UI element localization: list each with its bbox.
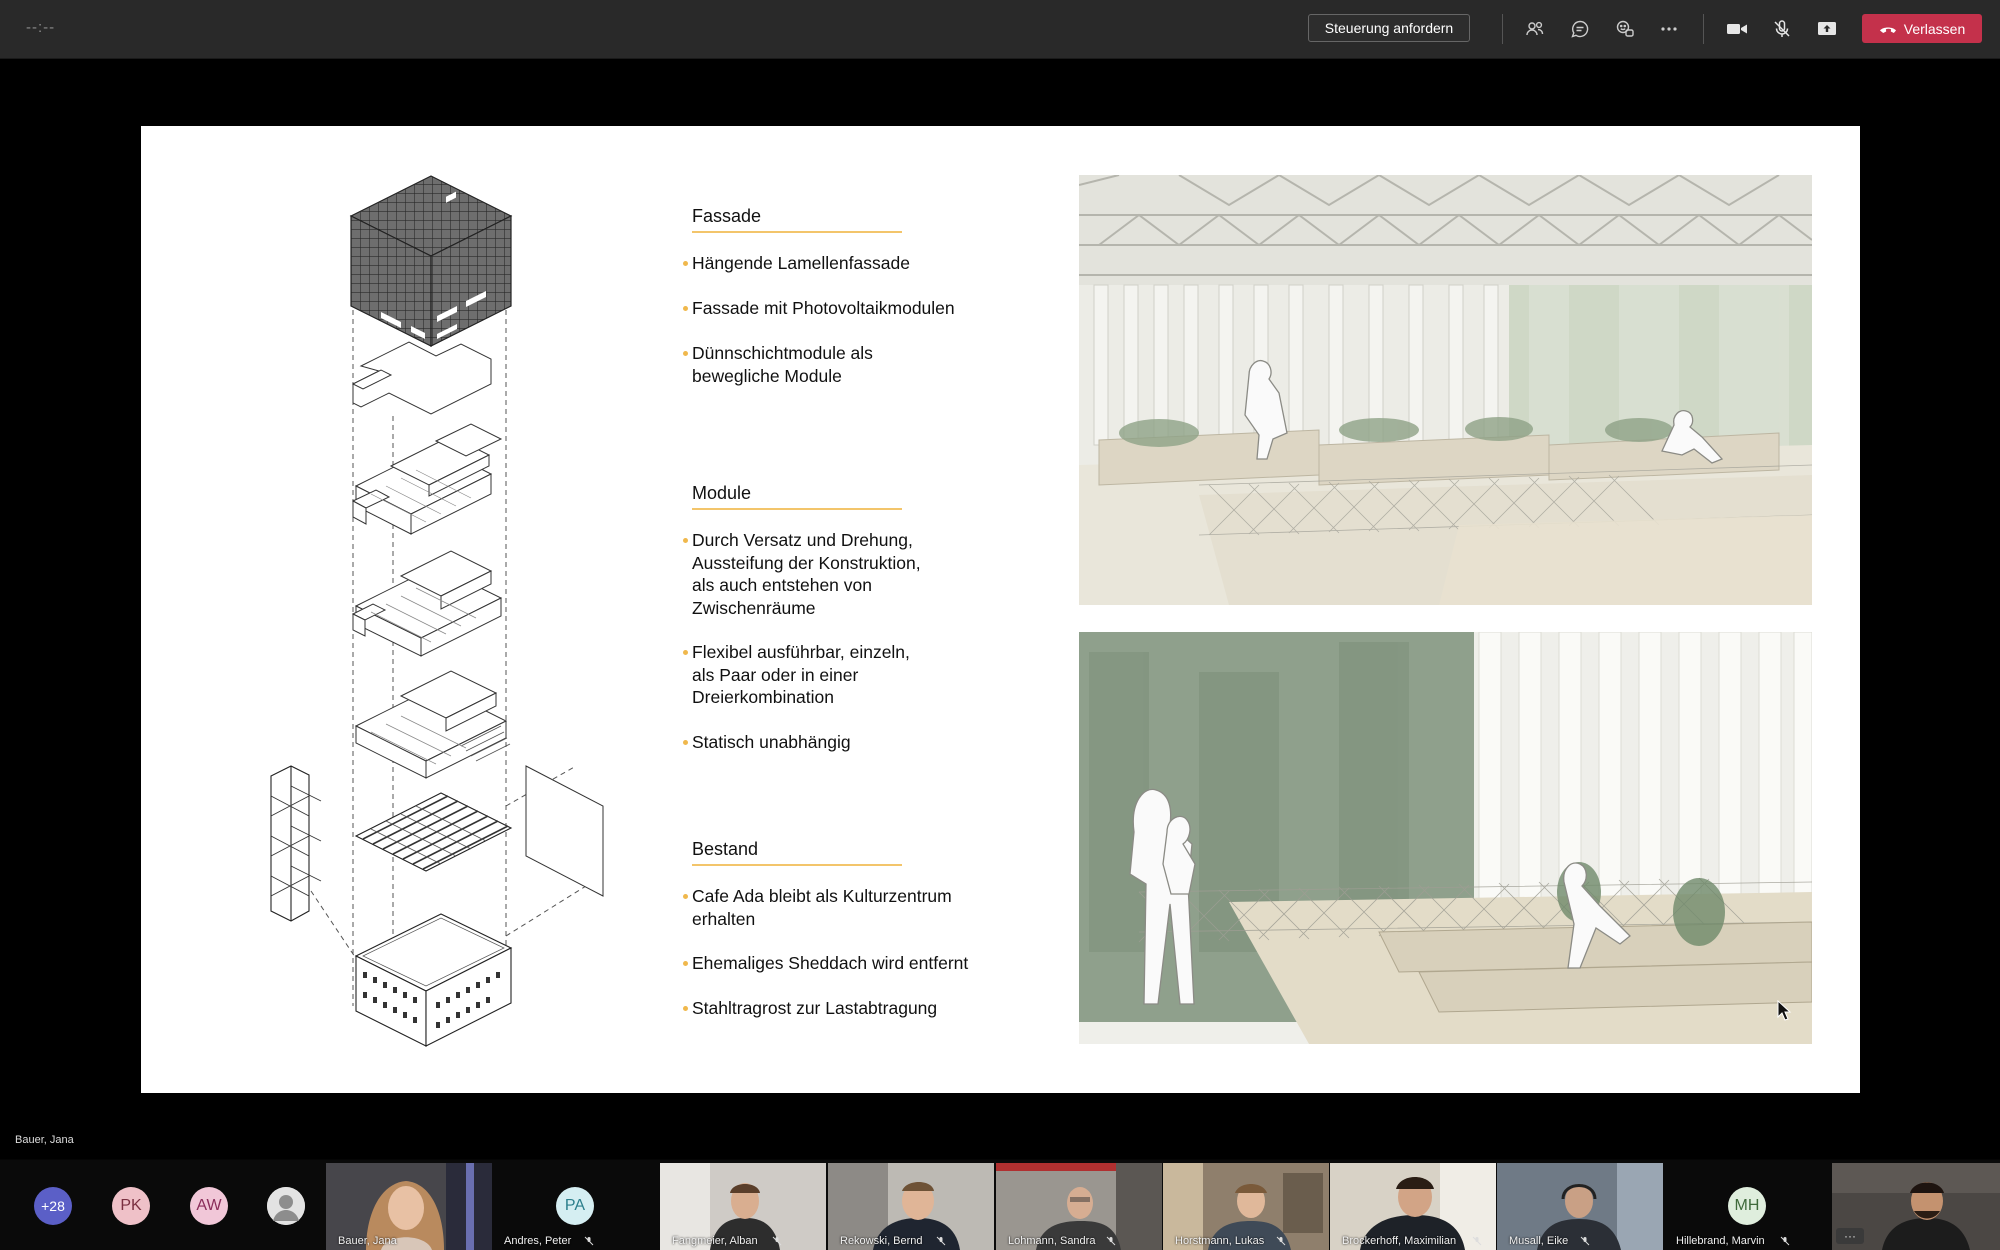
mic-off-icon — [1580, 1236, 1590, 1246]
reactions-icon[interactable] — [1610, 14, 1640, 44]
participant-name: Bauer, Jana — [338, 1235, 397, 1247]
leave-button[interactable]: Verlassen — [1862, 14, 1982, 43]
bullet-item: Cafe Ada bleibt als Kulturzentrum erhalte… — [683, 885, 1032, 930]
interior-render-bottom — [1079, 632, 1812, 1044]
avatar: PA — [556, 1187, 594, 1225]
bullet-item: Hängende Lamellenfassade — [683, 252, 1032, 275]
toolbar-divider — [1502, 14, 1503, 44]
bullet-item: Dünnschichtmodule als bewegliche Module — [683, 342, 1032, 387]
overflow-participants-button[interactable]: +28 — [34, 1187, 72, 1225]
participant-tile[interactable]: MH Hillebrand, Marvin — [1664, 1163, 1830, 1250]
participant-video-tile[interactable]: Lohmann, Sandra — [996, 1163, 1162, 1250]
mic-off-icon — [1276, 1236, 1286, 1246]
bullet-item: Durch Versatz und Drehung, Aussteifung de… — [683, 529, 1032, 619]
participant-name: Andres, Peter — [504, 1235, 572, 1247]
section-title-module: Module — [692, 483, 752, 503]
avatar-photo[interactable] — [267, 1187, 305, 1225]
mic-off-icon[interactable] — [1767, 14, 1797, 44]
section-underline — [692, 508, 902, 510]
exploded-axonometric-diagram — [270, 175, 604, 1047]
bullet-item: Ehemaliges Sheddach wird entfernt — [683, 952, 1032, 975]
existing-building — [354, 913, 513, 1047]
steel-grid — [354, 792, 513, 872]
mic-off-icon — [1106, 1236, 1116, 1246]
leave-button-label: Verlassen — [1903, 20, 1966, 37]
more-options-icon[interactable]: ··· — [1836, 1228, 1864, 1244]
participant-video-tile[interactable]: Rekowski, Bernd — [828, 1163, 994, 1250]
mic-off-icon — [936, 1236, 946, 1246]
facade-cube — [349, 175, 513, 347]
bullet-item: Flexibel ausführbar, einzeln, als Paar od… — [683, 641, 1032, 709]
more-options-icon[interactable] — [1654, 14, 1684, 44]
section-underline — [692, 864, 902, 866]
mic-off-icon — [1780, 1236, 1790, 1246]
camera-icon[interactable] — [1722, 14, 1752, 44]
mic-off-icon — [1472, 1236, 1482, 1246]
avatar[interactable]: AW — [190, 1187, 228, 1225]
avatar: MH — [1728, 1187, 1766, 1225]
participant-name: Brockerhoff, Maximilian — [1342, 1235, 1457, 1247]
chat-icon[interactable] — [1565, 14, 1595, 44]
mouse-cursor-icon — [1777, 1000, 1792, 1021]
meeting-timer: --:-- — [26, 19, 56, 36]
participant-name: Lohmann, Sandra — [1008, 1235, 1096, 1247]
participant-video-tile[interactable]: Fangmeier, Alban — [660, 1163, 826, 1250]
participant-name: Hillebrand, Marvin — [1676, 1235, 1765, 1247]
participant-name: Horstmann, Lukas — [1175, 1235, 1265, 1247]
participant-video-tile[interactable]: Horstmann, Lukas — [1163, 1163, 1329, 1250]
bullet-item: Stahltragrost zur Lastabtragung — [683, 997, 1032, 1020]
share-screen-icon[interactable] — [1812, 14, 1842, 44]
participants-icon[interactable] — [1520, 14, 1550, 44]
interior-render-top — [1079, 175, 1812, 605]
mic-off-icon — [772, 1236, 782, 1246]
presentation-slide: Fassade Hängende Lamellenfassade Fassade… — [141, 126, 1860, 1093]
section-underline — [692, 231, 902, 233]
avatar[interactable]: PK — [112, 1187, 150, 1225]
mic-off-icon — [584, 1236, 594, 1246]
participant-name: Rekowski, Bernd — [840, 1235, 923, 1247]
participant-video-tile[interactable]: ··· — [1832, 1163, 2000, 1250]
presenter-label: Bauer, Jana — [15, 1134, 74, 1146]
participant-name: Fangmeier, Alban — [672, 1235, 758, 1247]
participant-name: Musall, Eike — [1509, 1235, 1569, 1247]
request-control-button[interactable]: Steuerung anfordern — [1308, 14, 1470, 42]
participant-video-tile[interactable]: Bauer, Jana — [326, 1163, 492, 1250]
toolbar-divider — [1703, 14, 1704, 44]
wall-panel — [525, 765, 604, 897]
stair-tower — [270, 765, 322, 922]
bullet-item: Fassade mit Photovoltaikmodulen — [683, 297, 1032, 320]
bullet-item: Statisch unabhängig — [683, 731, 1032, 754]
section-title-fassade: Fassade — [692, 206, 762, 226]
meeting-toolbar: --:-- Steuerung anfordern Verlassen — [0, 0, 2000, 59]
participant-tile[interactable]: PA Andres, Peter — [492, 1163, 658, 1250]
section-title-bestand: Bestand — [692, 839, 759, 859]
module-level — [351, 423, 503, 535]
hang-up-icon — [1879, 21, 1897, 37]
